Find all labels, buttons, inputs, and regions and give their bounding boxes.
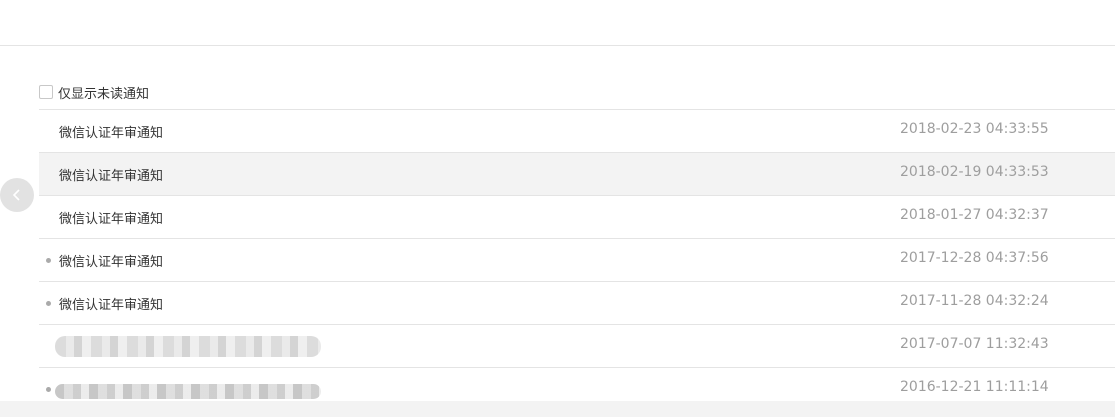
notification-title[interactable]: 微信认证年审通知: [59, 251, 163, 270]
notification-time: 2018-02-19 04:33:53: [900, 164, 1049, 180]
notification-list: 微信认证年审通知 2018-02-23 04:33:55 微信认证年审通知 20…: [39, 109, 1115, 411]
notification-time: 2017-12-28 04:37:56: [900, 250, 1049, 266]
top-bar: [0, 0, 1115, 46]
chevron-left-icon: [12, 189, 20, 201]
notification-title[interactable]: 微信认证年审通知: [59, 122, 163, 141]
unread-dot-icon: [46, 258, 51, 263]
redacted-title[interactable]: [55, 384, 321, 399]
notification-row[interactable]: 微信认证年审通知 2018-01-27 04:32:37: [39, 196, 1115, 239]
notification-row[interactable]: 微信认证年审通知 2017-12-28 04:37:56: [39, 239, 1115, 282]
notification-time: 2017-11-28 04:32:24: [900, 293, 1049, 309]
unread-only-label: 仅显示未读通知: [58, 86, 150, 102]
redacted-title[interactable]: [55, 336, 321, 357]
notification-title[interactable]: 微信认证年审通知: [59, 208, 163, 227]
notification-row[interactable]: 2017-07-07 11:32:43: [39, 325, 1115, 368]
notification-row[interactable]: 微信认证年审通知 2017-11-28 04:32:24: [39, 282, 1115, 325]
notification-row[interactable]: 微信认证年审通知 2018-02-19 04:33:53: [39, 153, 1115, 196]
unread-only-filter[interactable]: 仅显示未读通知: [39, 82, 149, 102]
notification-time: 2018-02-23 04:33:55: [900, 121, 1049, 137]
unread-dot-icon: [46, 387, 51, 392]
bottom-strip: [0, 401, 1115, 417]
unread-only-checkbox[interactable]: [39, 85, 53, 99]
notification-time: 2016-12-21 11:11:14: [900, 379, 1049, 395]
notification-time: 2017-07-07 11:32:43: [900, 336, 1049, 352]
notification-time: 2018-01-27 04:32:37: [900, 207, 1049, 223]
back-button[interactable]: [0, 178, 34, 212]
notification-row[interactable]: 微信认证年审通知 2018-02-23 04:33:55: [39, 110, 1115, 153]
notification-title[interactable]: 微信认证年审通知: [59, 165, 163, 184]
notification-title[interactable]: 微信认证年审通知: [59, 294, 163, 313]
unread-dot-icon: [46, 301, 51, 306]
